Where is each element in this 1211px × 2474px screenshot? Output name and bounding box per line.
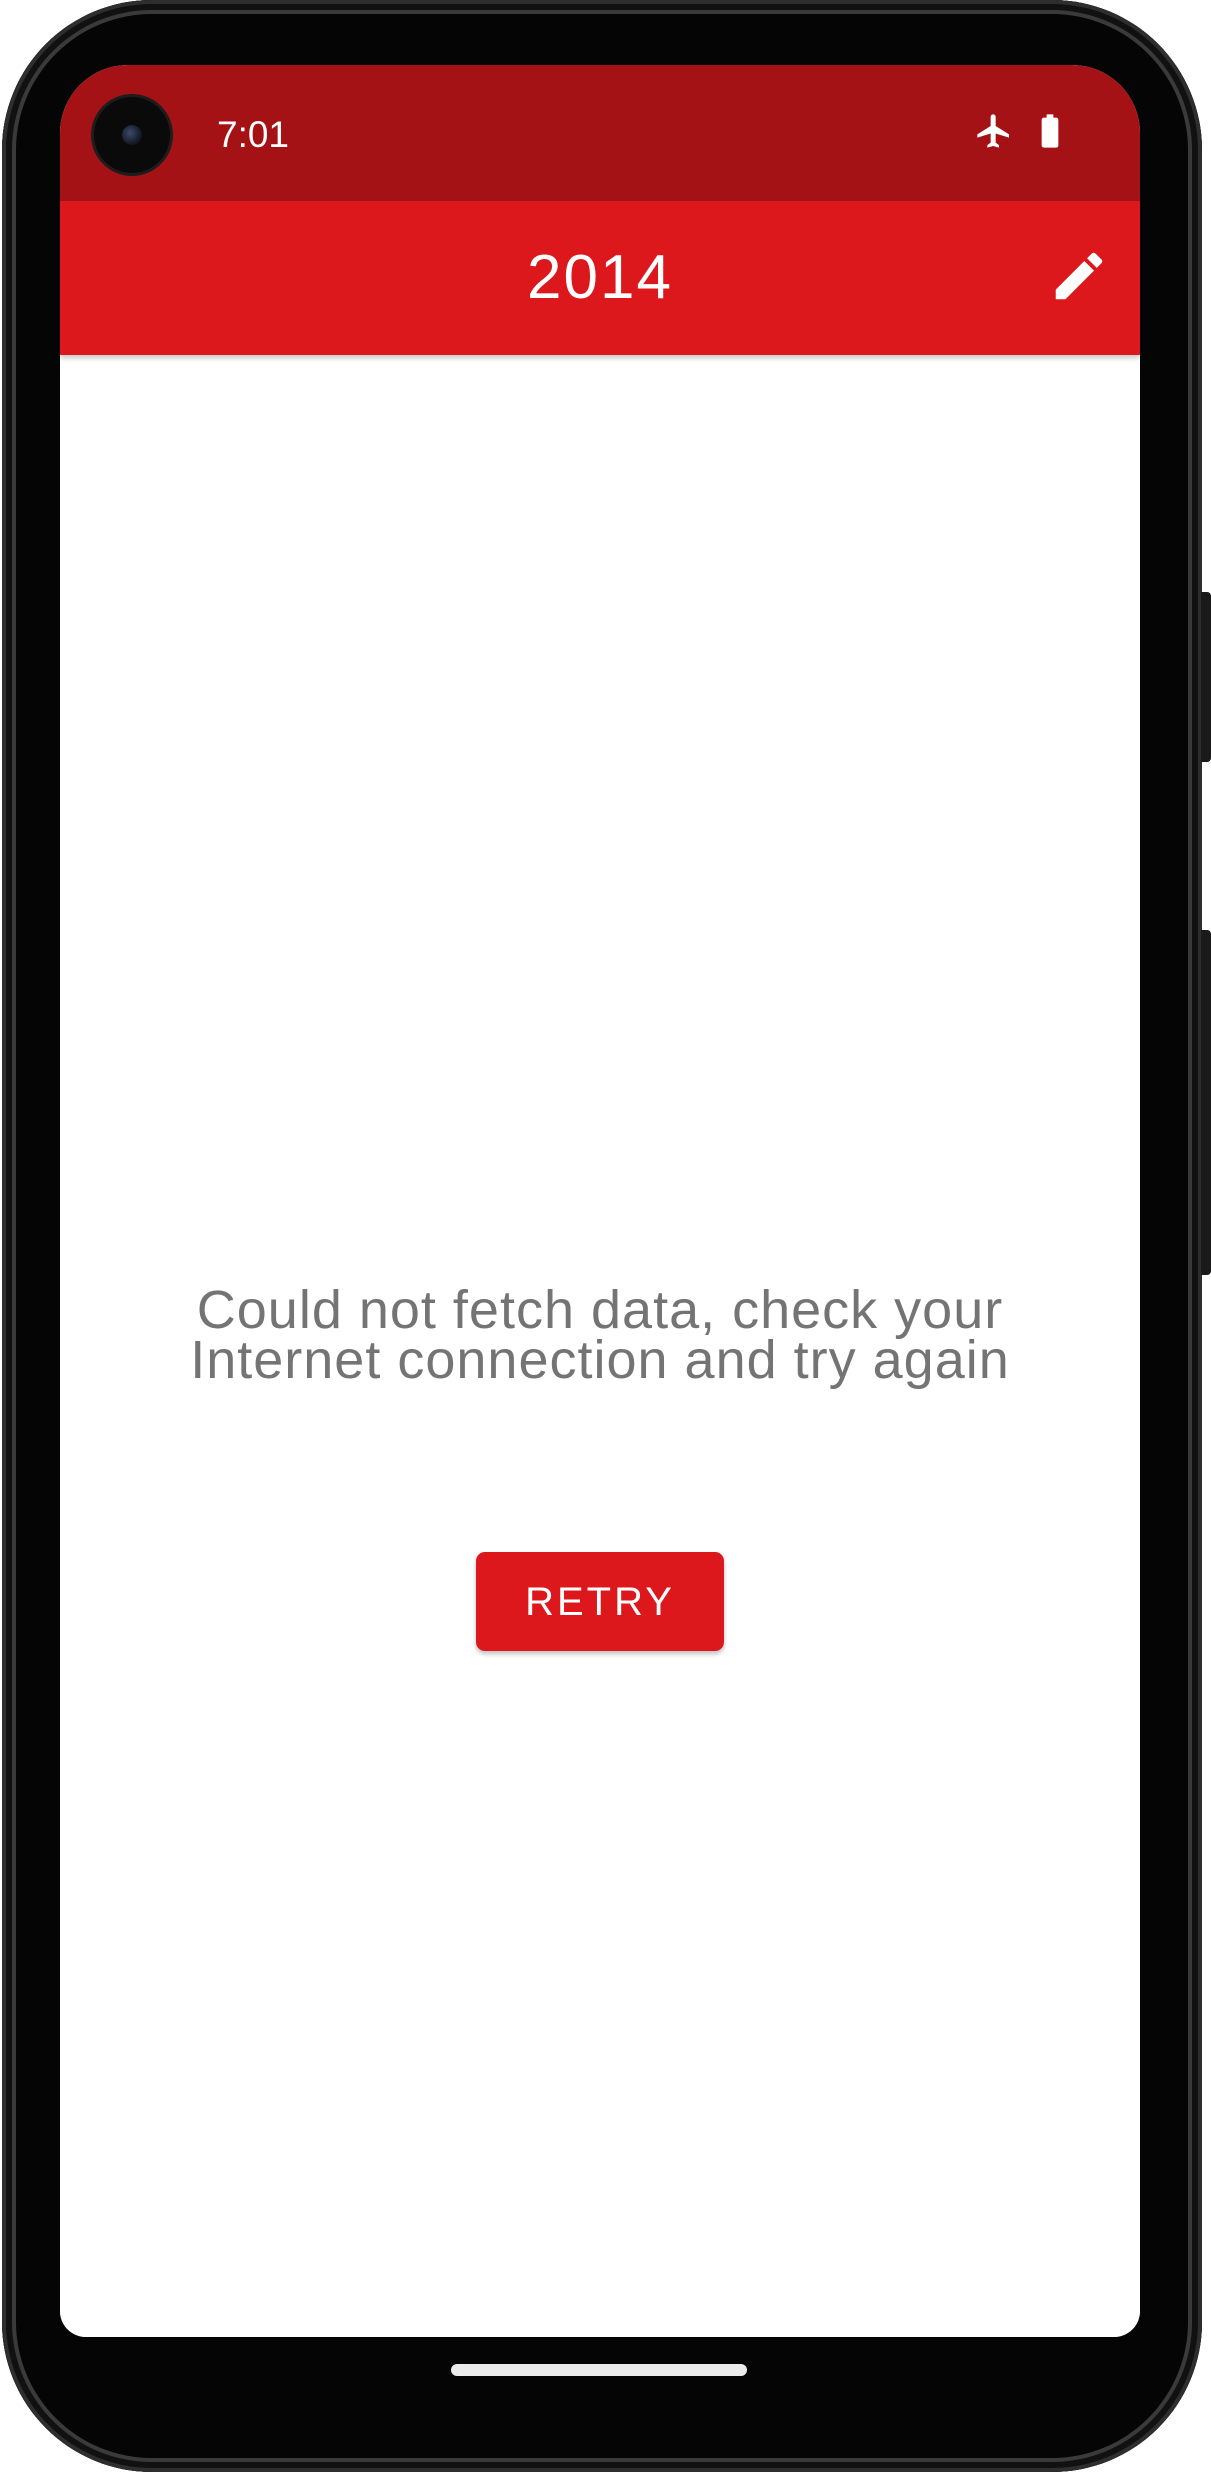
status-time: 7:01: [217, 114, 290, 155]
page-title: 2014: [527, 243, 673, 312]
volume-button: [1201, 930, 1211, 1275]
status-bar: 7:01: [60, 65, 1140, 201]
airplane-mode-icon: [974, 111, 1014, 155]
front-camera: [94, 97, 170, 173]
main-content: Could not fetch data, check your Interne…: [60, 355, 1140, 2337]
camera-lens: [122, 125, 142, 145]
device: 7:01 2014 Could not fetch data, check yo…: [0, 0, 1211, 2474]
battery-icon: [1030, 111, 1070, 155]
edit-button[interactable]: [1046, 245, 1112, 311]
power-button: [1201, 592, 1211, 762]
gesture-nav-handle[interactable]: [451, 2364, 747, 2376]
pencil-icon: [1048, 245, 1110, 311]
screen: 7:01 2014 Could not fetch data, check yo…: [60, 65, 1140, 2337]
error-message: Could not fetch data, check your Interne…: [190, 1280, 1010, 1390]
status-icons: [974, 111, 1070, 155]
retry-button[interactable]: RETRY: [476, 1552, 724, 1651]
app-bar: 2014: [60, 201, 1140, 355]
